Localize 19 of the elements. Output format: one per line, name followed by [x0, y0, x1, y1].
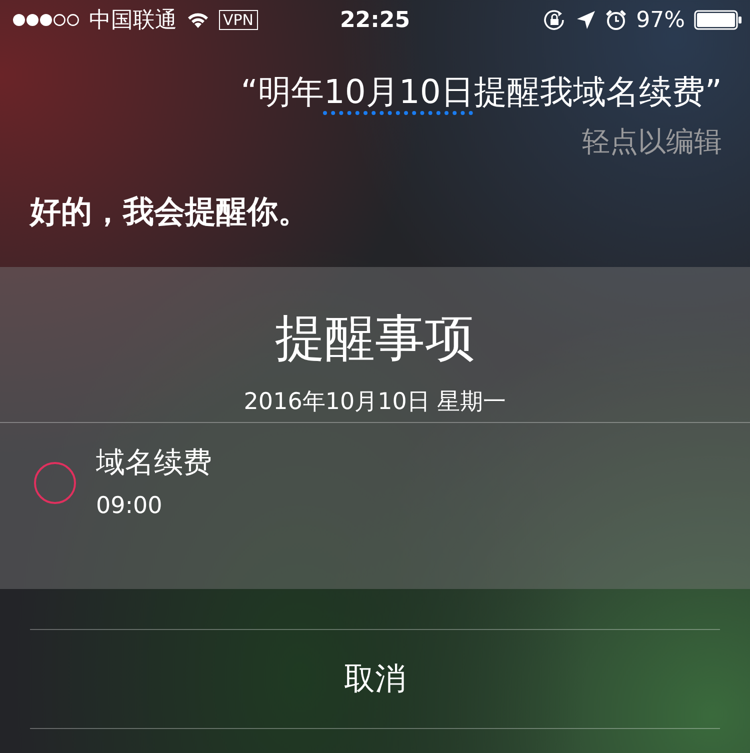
battery-icon	[694, 10, 742, 30]
reminder-title: 域名续费	[96, 444, 212, 481]
reminder-checkbox[interactable]	[34, 462, 76, 504]
card-title: 提醒事项	[275, 308, 475, 369]
reminder-time: 09:00	[96, 493, 164, 519]
siri-response: 好的，我会提醒你。	[28, 193, 310, 232]
carrier-name: 中国联通	[89, 7, 177, 35]
signal-icon	[12, 13, 80, 27]
location-arrow-icon	[576, 10, 596, 30]
spoken-query: “明年10月10日提醒我域名续费”	[240, 71, 722, 113]
alarm-clock-icon	[605, 9, 628, 31]
clock-time: 22:25	[340, 8, 410, 32]
card-date: 2016年10月10日 星期一	[244, 388, 506, 417]
date-link[interactable]: 10月10日	[324, 72, 474, 111]
tap-to-edit-hint[interactable]: 轻点以编辑	[582, 123, 722, 161]
wifi-icon	[186, 11, 210, 29]
vpn-badge: VPN	[219, 10, 258, 30]
battery-percent: 97%	[636, 8, 685, 32]
cancel-button[interactable]: 取消	[30, 629, 720, 729]
